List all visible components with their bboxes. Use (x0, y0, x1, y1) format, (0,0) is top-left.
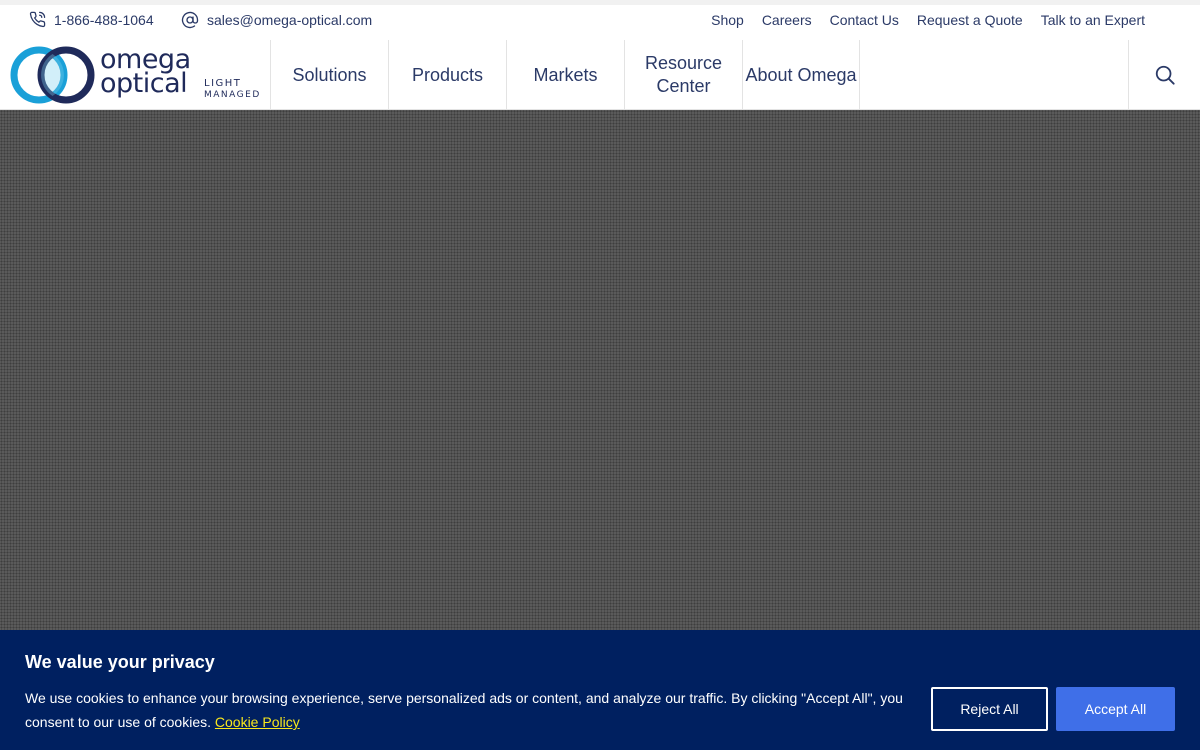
utility-bar: 1-866-488-1064 sales@omega-optical.com S… (0, 5, 1200, 40)
logo-tagline-light: LIGHT (204, 78, 242, 89)
cookie-consent-banner: We value your privacy We use cookies to … (0, 630, 1200, 750)
nav-item-resource-center[interactable]: Resource Center (624, 40, 742, 110)
search-button[interactable] (1128, 40, 1200, 110)
email-address[interactable]: sales@omega-optical.com (207, 12, 372, 28)
at-sign-icon (181, 11, 199, 29)
logo-word-optical: optical (100, 68, 188, 99)
nav-item-markets[interactable]: Markets (506, 40, 624, 110)
accept-all-button[interactable]: Accept All (1056, 687, 1175, 731)
logo-tagline-managed: MANAGED (204, 90, 261, 100)
nav-item-solutions[interactable]: Solutions (270, 40, 388, 110)
reject-all-button[interactable]: Reject All (931, 687, 1048, 731)
utility-links: Shop Careers Contact Us Request a Quote … (693, 12, 1145, 28)
cookie-banner-message: We use cookies to enhance your browsing … (25, 690, 903, 730)
email-contact[interactable]: sales@omega-optical.com (181, 11, 372, 29)
nav-item-about-omega[interactable]: About Omega (742, 40, 860, 110)
company-logo[interactable]: omega optical LIGHT MANAGED (10, 44, 262, 104)
cookie-banner-text: We use cookies to enhance your browsing … (25, 686, 915, 734)
utility-link-contact-us[interactable]: Contact Us (830, 12, 899, 28)
nav-item-products[interactable]: Products (388, 40, 506, 110)
utility-link-request-quote[interactable]: Request a Quote (917, 12, 1023, 28)
cookie-banner-title: We value your privacy (25, 652, 215, 672)
search-icon (1155, 65, 1175, 85)
main-navigation: omega optical LIGHT MANAGED Solutions Pr… (0, 40, 1200, 110)
phone-icon (29, 11, 46, 28)
utility-link-careers[interactable]: Careers (762, 12, 812, 28)
utility-link-shop[interactable]: Shop (711, 12, 744, 28)
primary-nav: Solutions Products Markets Resource Cent… (270, 40, 860, 110)
phone-number[interactable]: 1-866-488-1064 (54, 12, 154, 28)
utility-link-talk-to-expert[interactable]: Talk to an Expert (1041, 12, 1145, 28)
phone-contact[interactable]: 1-866-488-1064 (29, 11, 154, 28)
logo-mark-icon (10, 46, 95, 104)
cookie-policy-link[interactable]: Cookie Policy (215, 714, 300, 730)
